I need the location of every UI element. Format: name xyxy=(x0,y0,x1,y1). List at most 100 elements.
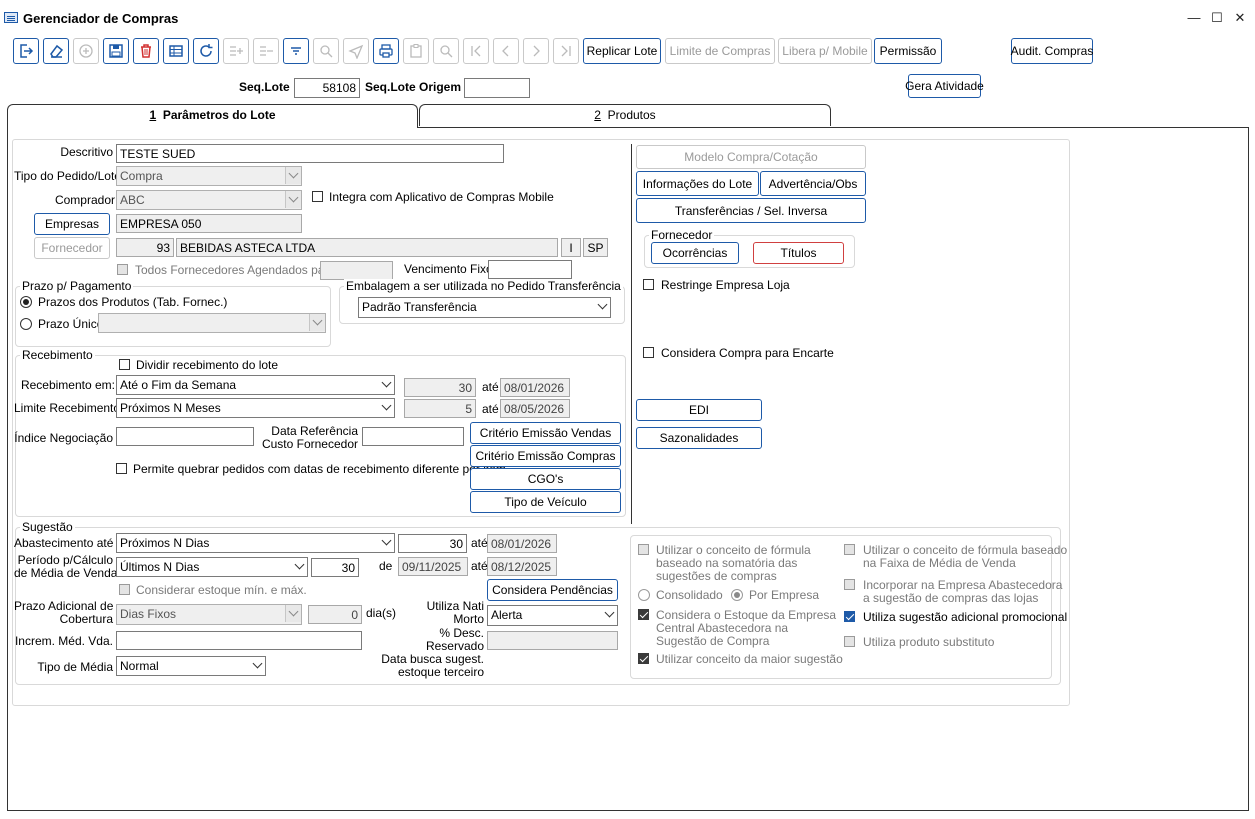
receb-em-ate-label: até xyxy=(482,380,499,394)
audit-compras-button[interactable]: Audit. Compras xyxy=(1011,38,1093,64)
considera-estoque-checkbox[interactable] xyxy=(638,609,649,620)
embalagem-group-title: Embalagem a ser utilizada no Pedido Tran… xyxy=(344,279,623,293)
add-row-icon xyxy=(223,38,249,64)
eraser-icon[interactable] xyxy=(43,38,69,64)
chevron-down-icon xyxy=(378,534,394,551)
increm-input[interactable] xyxy=(116,631,362,650)
periodo-to-date: 08/12/2025 xyxy=(487,557,557,576)
maximize-button[interactable]: ☐ xyxy=(1209,10,1225,26)
sazonalidades-button[interactable]: Sazonalidades xyxy=(636,427,762,449)
vencimento-fixo-input[interactable] xyxy=(488,260,572,279)
prazo-adic-select[interactable]: Dias Fixos xyxy=(116,604,302,625)
considerar-estoque-checkbox xyxy=(119,584,130,595)
chevron-down-icon xyxy=(285,167,301,184)
ocorrencias-button[interactable]: Ocorrências xyxy=(651,242,739,264)
abastecimento-ate-label: até xyxy=(471,536,488,550)
filter-icon[interactable] xyxy=(283,38,309,64)
close-button[interactable]: ✕ xyxy=(1232,10,1248,26)
data-busca-label: Data busca sugest. estoque terceiro xyxy=(380,653,484,679)
prazo-produtos-radio[interactable] xyxy=(20,296,32,308)
tab-produtos[interactable]: 2 Produtos xyxy=(419,104,831,126)
todos-fornec-date xyxy=(320,261,393,280)
exit-icon[interactable] xyxy=(13,38,39,64)
restringe-checkbox[interactable] xyxy=(643,279,654,290)
gera-atividade-button[interactable]: Gera Atividade xyxy=(905,74,984,98)
indice-input[interactable] xyxy=(116,427,254,446)
consolidado-label: Consolidado xyxy=(656,588,723,602)
advertencia-button[interactable]: Advertência/Obs xyxy=(760,171,866,196)
vertical-divider xyxy=(631,144,632,524)
informacoes-lote-button[interactable]: Informações do Lote xyxy=(636,171,759,196)
cgos-button[interactable]: CGO's xyxy=(470,468,621,490)
abastecimento-select[interactable]: Próximos N Dias xyxy=(116,533,395,553)
delete-icon[interactable] xyxy=(133,38,159,64)
periodo-label-line2: de Média de Venda xyxy=(14,566,118,580)
edi-button[interactable]: EDI xyxy=(636,399,762,421)
empresa-field: EMPRESA 050 xyxy=(116,214,302,233)
seq-lote-input[interactable]: 58108 xyxy=(294,78,360,98)
app-icon xyxy=(4,12,18,23)
periodo-num[interactable]: 30 xyxy=(311,558,359,577)
add-icon xyxy=(73,38,99,64)
utiliza-nati-label-line2: Morto xyxy=(453,612,484,626)
vencimento-fixo-label: Vencimento Fixo xyxy=(404,262,493,276)
prazo-adic-value: Dias Fixos xyxy=(120,607,177,621)
data-ref-input[interactable] xyxy=(362,427,464,446)
prazo-unico-radio[interactable] xyxy=(20,318,32,330)
search-products-icon xyxy=(313,38,339,64)
replicar-lote-button[interactable]: Replicar Lote xyxy=(583,38,661,64)
limite-select[interactable]: Próximos N Meses xyxy=(116,398,395,418)
refresh-icon[interactable] xyxy=(193,38,219,64)
utiliza-nati-label: Utiliza Nati Morto xyxy=(400,600,484,626)
prazo-adic-num: 0 xyxy=(308,605,362,624)
utiliza-nati-value: Alerta xyxy=(491,608,523,622)
maior-sugestao-checkbox[interactable] xyxy=(638,653,649,664)
todos-fornec-label: Todos Fornecedores Agendados para xyxy=(135,263,336,277)
dias-label: dia(s) xyxy=(366,606,397,620)
tab-parametros-lote[interactable]: 1 Parâmetros do Lote xyxy=(7,104,418,128)
restringe-label: Restringe Empresa Loja xyxy=(661,278,790,292)
descritivo-input[interactable]: TESTE SUED xyxy=(116,144,504,163)
fornecedor-button: Fornecedor xyxy=(34,237,110,259)
comprador-select[interactable]: ABC xyxy=(116,190,302,210)
grid-icon[interactable] xyxy=(163,38,189,64)
considera-encarte-checkbox[interactable] xyxy=(643,347,654,358)
prazo-unico-select[interactable] xyxy=(98,313,326,333)
integra-mobile-checkbox[interactable] xyxy=(312,191,323,202)
limite-num: 5 xyxy=(404,399,476,418)
dividir-label: Dividir recebimento do lote xyxy=(136,358,279,372)
receb-em-select[interactable]: Até o Fim da Semana xyxy=(116,375,395,395)
periodo-select[interactable]: Últimos N Dias xyxy=(116,557,308,577)
tipo-media-select[interactable]: Normal xyxy=(116,656,266,676)
abastecimento-num[interactable]: 30 xyxy=(398,534,467,553)
indice-label: Índice Negociação xyxy=(14,431,113,445)
tab-divider xyxy=(418,127,1249,128)
criterio-vendas-button[interactable]: Critério Emissão Vendas xyxy=(470,422,621,444)
permissao-button[interactable]: Permissão xyxy=(874,38,942,64)
print-icon[interactable] xyxy=(373,38,399,64)
prazo-group-title: Prazo p/ Pagamento xyxy=(20,279,134,293)
save-icon[interactable] xyxy=(103,38,129,64)
tipo-veiculo-button[interactable]: Tipo de Veículo xyxy=(470,491,621,513)
embalagem-select[interactable]: Padrão Transferência xyxy=(358,297,611,318)
sugestao-promocional-checkbox[interactable] xyxy=(844,611,855,622)
next-record-icon xyxy=(523,38,549,64)
dividir-checkbox[interactable] xyxy=(119,359,130,370)
chevron-down-icon xyxy=(594,298,610,315)
criterio-compras-button[interactable]: Critério Emissão Compras xyxy=(470,445,621,467)
receb-em-value: Até o Fim da Semana xyxy=(120,378,237,392)
empresas-button[interactable]: Empresas xyxy=(34,213,110,235)
prazo-adic-label: Prazo Adicional de Cobertura xyxy=(14,600,113,626)
considera-pendencias-button[interactable]: Considera Pendências xyxy=(487,579,618,601)
receb-em-label: Recebimento em: xyxy=(20,378,115,392)
titulos-button[interactable]: Títulos xyxy=(753,242,844,264)
seq-lote-origem-input[interactable] xyxy=(464,78,530,98)
tipo-pedido-value: Compra xyxy=(120,169,163,183)
limite-compras-button: Limite de Compras xyxy=(665,38,775,64)
tipo-pedido-select[interactable]: Compra xyxy=(116,166,302,186)
minimize-button[interactable]: — xyxy=(1186,10,1202,26)
utiliza-nati-select[interactable]: Alerta xyxy=(487,605,618,626)
transferencias-button[interactable]: Transferências / Sel. Inversa xyxy=(636,198,866,223)
permite-quebrar-checkbox[interactable] xyxy=(116,463,127,474)
desc-reservado-label: % Desc. Reservado xyxy=(400,627,484,653)
